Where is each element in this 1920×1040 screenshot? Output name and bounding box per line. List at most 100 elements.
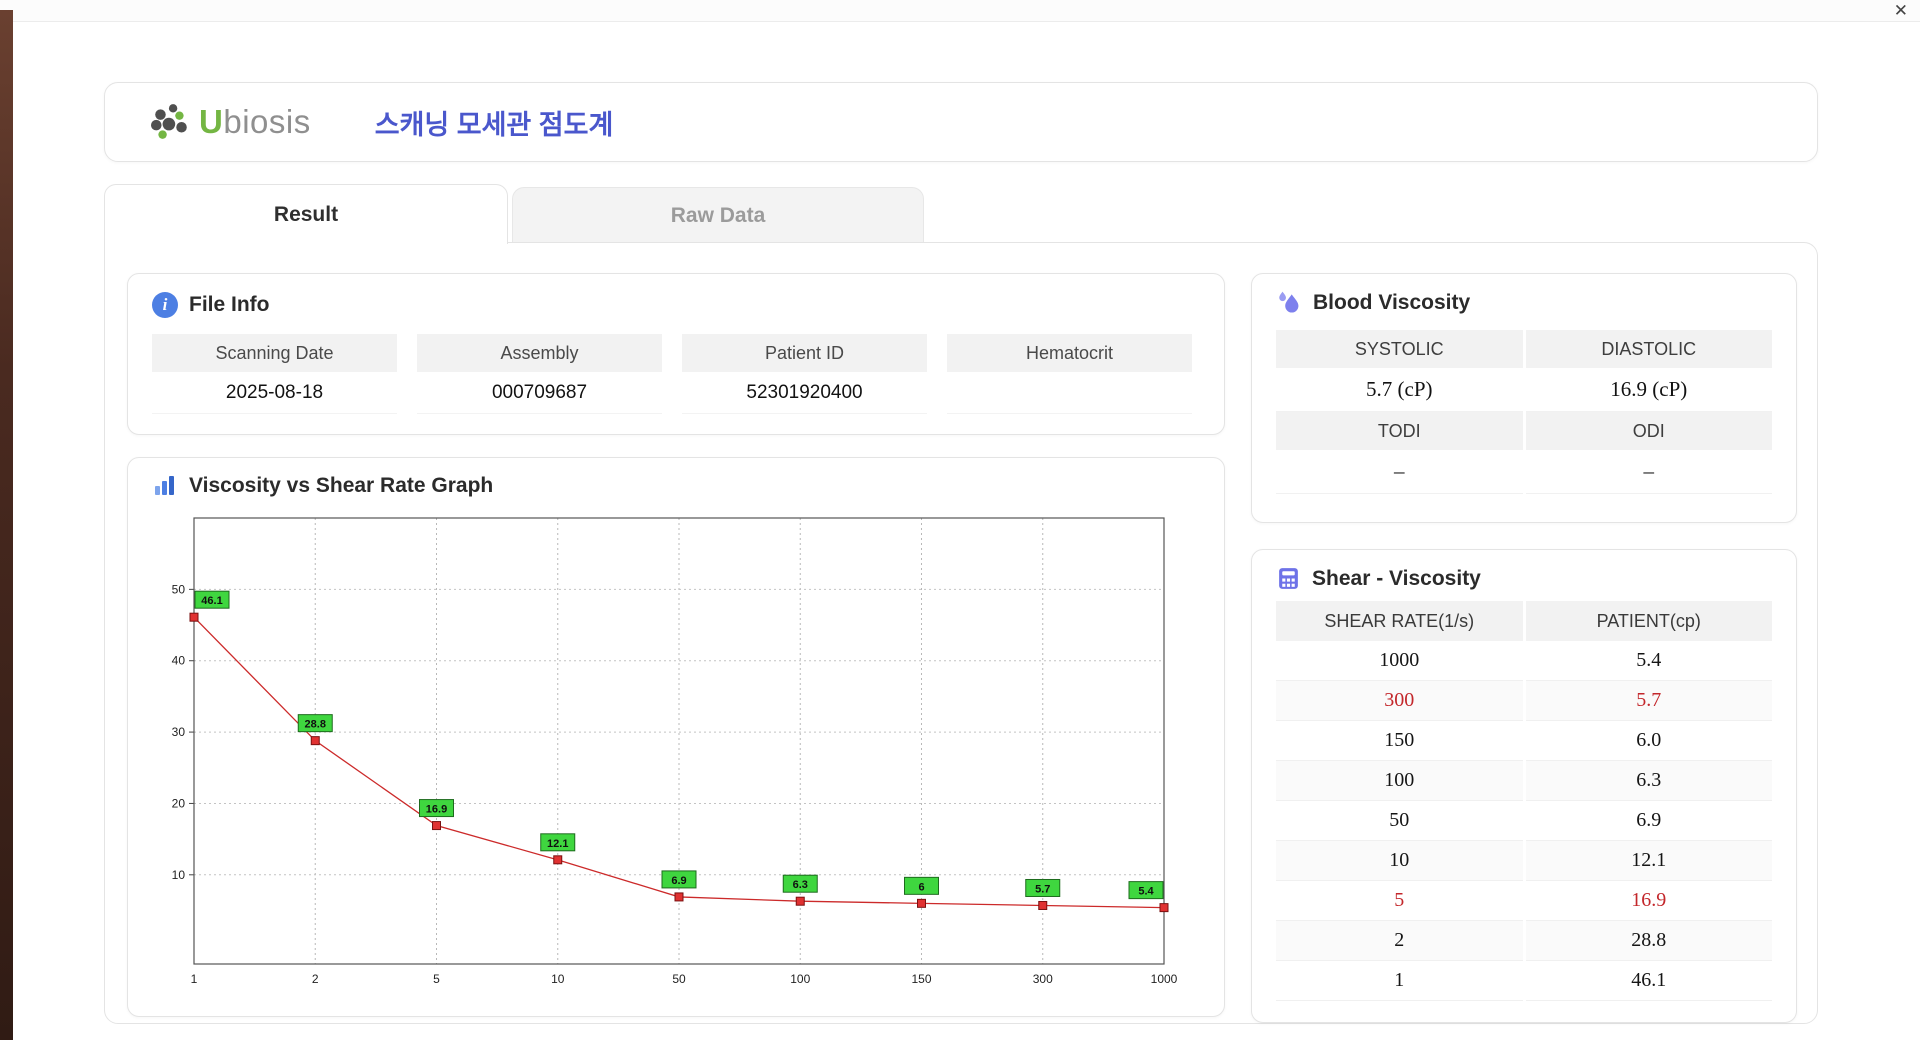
patient-cell: 28.8 (1525, 921, 1772, 961)
svg-text:5.7: 5.7 (1035, 883, 1050, 895)
bv-header-cell: TODI (1276, 412, 1523, 450)
table-row: 100 6.3 (1276, 761, 1772, 801)
page-title: 스캐닝 모세관 점도계 (374, 109, 614, 140)
svg-text:2: 2 (312, 972, 319, 986)
table-row: 10 12.1 (1276, 841, 1772, 881)
patient-cell: 6.9 (1525, 801, 1772, 841)
svg-text:50: 50 (172, 582, 186, 596)
blood-viscosity-card: Blood Viscosity SYSTOLIC DIASTOLIC 5.7 (cP… (1251, 273, 1797, 523)
bv-header-row: TODI ODI (1276, 412, 1772, 450)
svg-text:40: 40 (172, 654, 186, 668)
svg-text:10: 10 (551, 972, 565, 986)
column-header: SHEAR RATE(1/s) (1276, 601, 1523, 641)
blood-viscosity-title: Blood Viscosity (1313, 291, 1471, 314)
tab-raw-data[interactable]: Raw Data (512, 187, 924, 244)
chart-wrap: 10 20 30 40 50 46.1 28.8 16.9 12.1 6.9 6.3 6 5.7 5.4 1… (152, 506, 1200, 999)
file-info-field: Scanning Date 2025-08-18 (152, 334, 397, 414)
svg-text:30: 30 (172, 725, 186, 739)
shear-viscosity-card: Shear - Viscosity SHEAR RATE(1/s) PATIENT… (1251, 549, 1797, 1023)
svg-text:20: 20 (172, 796, 186, 810)
graph-card: Viscosity vs Shear Rate Graph 10 20 30 40 50… (127, 457, 1225, 1017)
shear-rate-cell: 1 (1276, 961, 1523, 1001)
tab-result[interactable]: Result (104, 184, 508, 244)
bv-value-cell: 5.7 (cP) (1276, 368, 1523, 412)
table-row: 1 46.1 (1276, 961, 1772, 1001)
field-label: Patient ID (682, 334, 927, 372)
svg-text:6: 6 (918, 881, 924, 893)
field-value (947, 372, 1192, 414)
table-row: 5 16.9 (1276, 881, 1772, 921)
table-row: 150 6.0 (1276, 721, 1772, 761)
patient-cell: 5.7 (1525, 681, 1772, 721)
shear-rate-cell: 50 (1276, 801, 1523, 841)
shear-rate-cell: 10 (1276, 841, 1523, 881)
bv-value-row: – – (1276, 450, 1772, 494)
info-icon: i (152, 292, 178, 318)
file-info-title: File Info (189, 293, 270, 316)
field-label: Scanning Date (152, 334, 397, 372)
shear-rate-cell: 100 (1276, 761, 1523, 801)
svg-text:6.3: 6.3 (793, 879, 808, 891)
calculator-icon (1279, 568, 1298, 589)
file-info-field: Hematocrit (947, 334, 1192, 414)
titlebar: ✕ (0, 0, 1920, 22)
bv-header-row: SYSTOLIC DIASTOLIC (1276, 330, 1772, 368)
patient-cell: 6.0 (1525, 721, 1772, 761)
shear-viscosity-title: Shear - Viscosity (1312, 566, 1481, 590)
table-row: 2 28.8 (1276, 921, 1772, 961)
svg-text:6.9: 6.9 (671, 875, 686, 887)
svg-text:100: 100 (790, 972, 810, 986)
graph-title: Viscosity vs Shear Rate Graph (189, 474, 494, 497)
shear-rate-cell: 150 (1276, 721, 1523, 761)
table-row: 300 5.7 (1276, 681, 1772, 721)
patient-cell: 16.9 (1525, 881, 1772, 921)
bv-header-cell: SYSTOLIC (1276, 330, 1523, 368)
bv-value-cell: – (1525, 450, 1772, 494)
column-header: PATIENT(cp) (1525, 601, 1772, 641)
table-row: 1000 5.4 (1276, 641, 1772, 681)
content-panel: i File Info Scanning Date 2025-08-18 Assem… (104, 242, 1818, 1024)
bv-header-cell: DIASTOLIC (1525, 330, 1772, 368)
header-card: Ubiosis 스캐닝 모세관 점도계 (104, 82, 1818, 162)
svg-text:150: 150 (911, 972, 931, 986)
svg-text:50: 50 (672, 972, 686, 986)
field-value: 2025-08-18 (152, 372, 397, 414)
svg-text:12.1: 12.1 (547, 838, 568, 850)
patient-cell: 12.1 (1525, 841, 1772, 881)
shear-rate-cell: 1000 (1276, 641, 1523, 681)
wallpaper-strip (0, 10, 13, 1040)
svg-text:16.9: 16.9 (426, 804, 447, 816)
close-button[interactable]: ✕ (1894, 2, 1908, 20)
shear-table-header: SHEAR RATE(1/s) PATIENT(cp) (1276, 601, 1772, 641)
file-info-field: Assembly 000709687 (417, 334, 662, 414)
patient-cell: 5.4 (1525, 641, 1772, 681)
svg-text:1000: 1000 (1151, 972, 1178, 986)
svg-text:28.8: 28.8 (305, 719, 326, 731)
bv-value-row: 5.7 (cP) 16.9 (cP) (1276, 368, 1772, 412)
table-row: 50 6.9 (1276, 801, 1772, 841)
field-value: 000709687 (417, 372, 662, 414)
shear-rate-cell: 5 (1276, 881, 1523, 921)
svg-text:5.4: 5.4 (1138, 886, 1154, 898)
patient-cell: 46.1 (1525, 961, 1772, 1001)
shear-rate-cell: 300 (1276, 681, 1523, 721)
logo-u: U (199, 103, 224, 140)
svg-text:300: 300 (1033, 972, 1053, 986)
field-value: 52301920400 (682, 372, 927, 414)
svg-text:5: 5 (433, 972, 440, 986)
file-info-card: i File Info Scanning Date 2025-08-18 Assem… (127, 273, 1225, 435)
svg-text:1: 1 (191, 972, 198, 986)
bar-chart-icon (155, 476, 174, 495)
patient-cell: 6.3 (1525, 761, 1772, 801)
ubiosis-logo: Ubiosis (151, 103, 311, 141)
blood-viscosity-table: SYSTOLIC DIASTOLIC 5.7 (cP) 16.9 (cP) TODI OD… (1276, 330, 1772, 494)
svg-text:10: 10 (172, 868, 186, 882)
field-label: Assembly (417, 334, 662, 372)
shear-rate-cell: 2 (1276, 921, 1523, 961)
file-info-grid: Scanning Date 2025-08-18 Assembly 000709687… (152, 334, 1200, 414)
bv-value-cell: – (1276, 450, 1523, 494)
shear-table: SHEAR RATE(1/s) PATIENT(cp) 1000 5.4 300 5.7 1… (1276, 601, 1772, 1001)
droplet-icon (1279, 291, 1299, 313)
viscosity-chart: 10 20 30 40 50 46.1 28.8 16.9 12.1 6.9 6.3 6 5.7 5.4 1… (172, 517, 1178, 986)
field-label: Hematocrit (947, 334, 1192, 372)
